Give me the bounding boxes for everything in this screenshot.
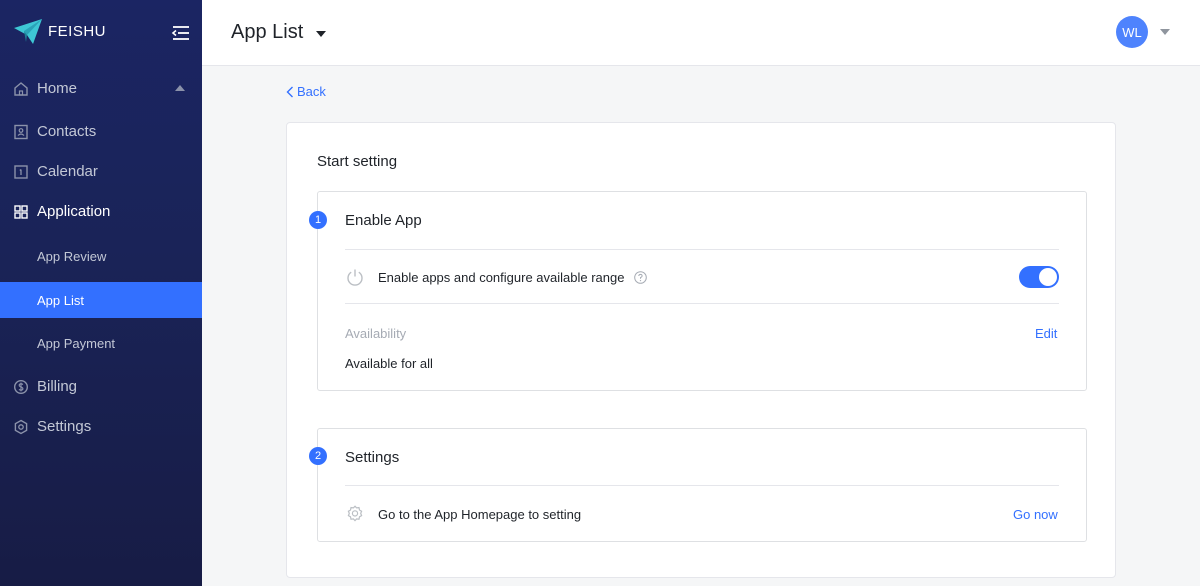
availability-label: Availability xyxy=(345,326,407,341)
sidebar-item-app-payment[interactable]: App Payment xyxy=(0,325,202,361)
settings-card: 2 Settings Go to the App Homepage to set… xyxy=(309,428,1087,542)
caret-down-icon[interactable] xyxy=(1160,29,1170,35)
availability-value: Available for all xyxy=(345,356,433,371)
top-header: App List WL xyxy=(202,0,1200,66)
step-number-badge: 2 xyxy=(309,447,327,465)
settings-panel: Start setting 1 Enable App Enable apps a… xyxy=(286,122,1116,578)
edit-link[interactable]: Edit xyxy=(1035,326,1057,341)
toggle-knob xyxy=(1039,268,1057,286)
dollar-icon xyxy=(13,379,29,395)
enable-app-toggle[interactable] xyxy=(1019,266,1059,288)
chevron-left-icon xyxy=(286,86,293,97)
sidebar-item-application[interactable]: Application xyxy=(0,194,202,230)
panel-title: Start setting xyxy=(317,153,398,170)
question-circle-icon[interactable] xyxy=(634,271,647,284)
power-icon xyxy=(347,269,363,286)
sidebar-item-label: Calendar xyxy=(37,163,98,180)
sidebar-item-settings[interactable]: Settings xyxy=(0,409,202,445)
enable-apps-label: Enable apps and configure available rang… xyxy=(378,270,625,285)
sidebar-item-app-list[interactable]: App List xyxy=(0,282,202,318)
sidebar-item-label: Application xyxy=(37,203,111,220)
divider xyxy=(345,249,1059,250)
paper-plane-logo-icon xyxy=(14,19,42,44)
sidebar-item-billing[interactable]: Billing xyxy=(0,369,202,405)
contacts-icon xyxy=(14,124,28,140)
collapse-menu-icon[interactable] xyxy=(171,23,191,43)
grid-icon xyxy=(14,205,28,219)
sidebar-item-label: Settings xyxy=(37,418,92,435)
sidebar-item-label: App List xyxy=(37,293,84,308)
sidebar: FEISHU Home Contacts Calendar Applicatio… xyxy=(0,0,202,586)
page-title[interactable]: App List xyxy=(231,21,303,44)
sidebar-item-app-review[interactable]: App Review xyxy=(0,238,202,274)
divider xyxy=(345,485,1059,486)
brand-name: FEISHU xyxy=(48,23,107,40)
caret-down-icon[interactable] xyxy=(316,31,326,37)
calendar-icon xyxy=(14,165,28,179)
avatar[interactable]: WL xyxy=(1116,16,1148,48)
divider xyxy=(345,303,1059,304)
sidebar-item-label: Billing xyxy=(37,378,78,395)
go-now-link[interactable]: Go now xyxy=(1013,507,1058,522)
sidebar-item-label: App Payment xyxy=(37,336,116,351)
hexagon-gear-icon xyxy=(14,419,28,435)
step-number-badge: 1 xyxy=(309,211,327,229)
card-title: Enable App xyxy=(345,212,422,229)
back-label: Back xyxy=(297,84,326,99)
sidebar-item-label: App Review xyxy=(37,249,107,264)
sidebar-item-contacts[interactable]: Contacts xyxy=(0,114,202,150)
gear-icon xyxy=(347,505,363,522)
chevron-up-icon xyxy=(175,85,185,91)
back-link[interactable]: Back xyxy=(286,84,326,99)
brand: FEISHU xyxy=(0,0,202,66)
card-title: Settings xyxy=(345,449,400,466)
sidebar-item-label: Home xyxy=(37,80,78,97)
enable-app-card: 1 Enable App Enable apps and configure a… xyxy=(309,191,1087,391)
sidebar-item-label: Contacts xyxy=(37,123,97,140)
home-icon xyxy=(14,82,28,96)
sidebar-item-calendar[interactable]: Calendar xyxy=(0,154,202,190)
sidebar-item-home[interactable]: Home xyxy=(0,71,202,107)
homepage-setting-text: Go to the App Homepage to setting xyxy=(378,507,582,522)
